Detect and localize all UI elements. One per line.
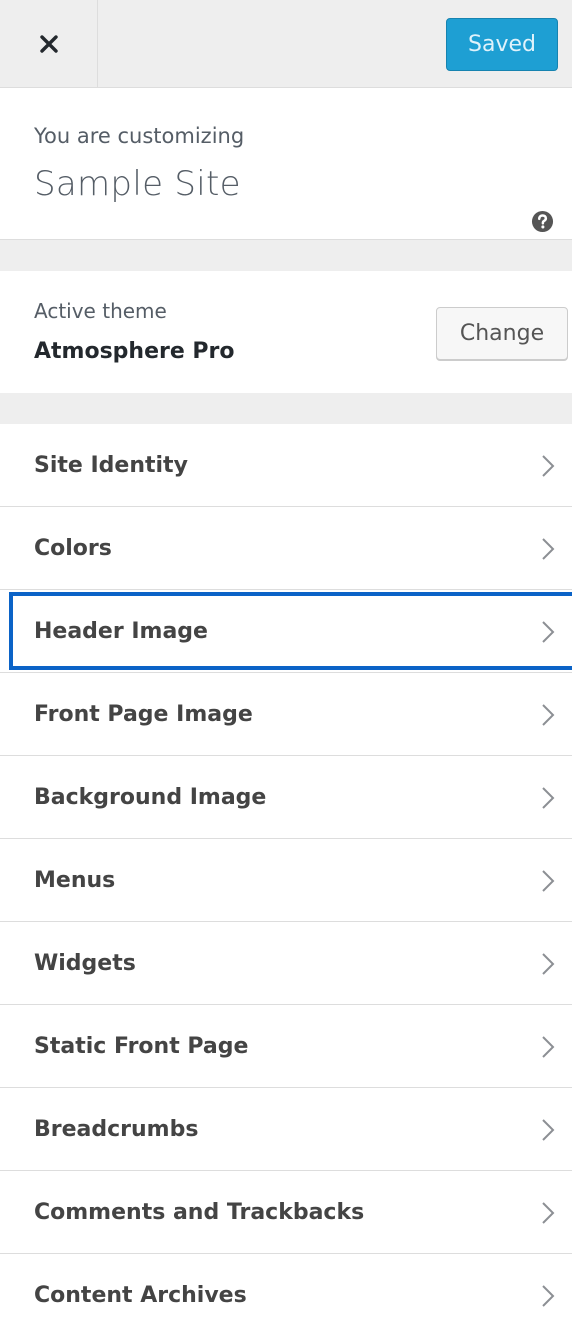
site-title: Sample Site — [34, 164, 241, 204]
section-label: Menus — [34, 868, 116, 893]
section-menus[interactable]: Menus — [0, 839, 572, 922]
chevron-right-icon — [542, 704, 555, 726]
section-content-archives[interactable]: Content Archives — [0, 1254, 572, 1337]
chevron-right-icon — [542, 787, 555, 809]
section-static-front-page[interactable]: Static Front Page — [0, 1005, 572, 1088]
section-label: Front Page Image — [34, 702, 253, 727]
section-label: Background Image — [34, 785, 267, 810]
chevron-right-icon — [542, 538, 555, 560]
section-breadcrumbs[interactable]: Breadcrumbs — [0, 1088, 572, 1171]
chevron-right-icon — [542, 1119, 555, 1141]
section-label: Breadcrumbs — [34, 1117, 199, 1142]
chevron-right-icon — [542, 621, 555, 643]
section-front-page-image[interactable]: Front Page Image — [0, 673, 572, 756]
chevron-right-icon — [542, 870, 555, 892]
active-theme-label: Active theme — [34, 299, 167, 323]
section-label: Content Archives — [34, 1283, 247, 1308]
close-icon — [39, 35, 58, 53]
section-label: Header Image — [34, 619, 208, 644]
customizer-header: Saved — [0, 0, 572, 88]
section-label: Colors — [34, 536, 112, 561]
chevron-right-icon — [542, 1202, 555, 1224]
section-colors[interactable]: Colors — [0, 507, 572, 590]
active-theme-panel: Active theme Atmosphere Pro Change — [0, 271, 572, 393]
section-label: Static Front Page — [34, 1034, 249, 1059]
section-header-image[interactable]: Header Image — [0, 590, 572, 673]
customizing-label: You are customizing — [34, 124, 245, 148]
section-label: Comments and Trackbacks — [34, 1200, 365, 1225]
help-icon[interactable] — [531, 210, 554, 233]
customizing-info: You are customizing Sample Site — [0, 88, 572, 240]
chevron-right-icon — [542, 455, 555, 477]
saved-button[interactable]: Saved — [446, 18, 558, 71]
section-background-image[interactable]: Background Image — [0, 756, 572, 839]
chevron-right-icon — [542, 1285, 555, 1307]
section-label: Site Identity — [34, 453, 188, 478]
section-list: Site Identity Colors Header Image Front Pag… — [0, 424, 572, 1337]
section-site-identity[interactable]: Site Identity — [0, 424, 572, 507]
customizer-panel: Saved You are customizing Sample Site Ac… — [0, 0, 572, 1337]
section-widgets[interactable]: Widgets — [0, 922, 572, 1005]
close-button[interactable] — [0, 0, 98, 88]
chevron-right-icon — [542, 1036, 555, 1058]
section-label: Widgets — [34, 951, 136, 976]
section-comments-and-trackbacks[interactable]: Comments and Trackbacks — [0, 1171, 572, 1254]
active-theme-name: Atmosphere Pro — [34, 339, 235, 364]
change-theme-button[interactable]: Change — [436, 307, 568, 360]
chevron-right-icon — [542, 953, 555, 975]
